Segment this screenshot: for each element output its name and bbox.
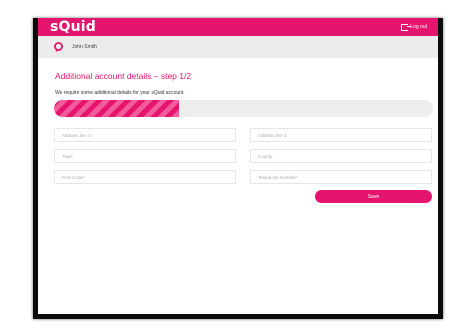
app-screen: sQuid Log out John Smith Additional acco…	[38, 18, 438, 314]
top-bar: sQuid Log out	[38, 18, 438, 36]
post-code-field[interactable]	[54, 170, 236, 184]
progress-bar	[54, 100, 433, 117]
user-name: John Smith	[72, 44, 98, 50]
squid-logo: sQuid	[50, 19, 97, 35]
logout-label: Log out	[410, 24, 427, 30]
logout-link[interactable]: Log out	[401, 23, 427, 31]
telephone-number-field[interactable]	[250, 170, 432, 184]
progress-fill	[54, 100, 180, 117]
county-field[interactable]	[250, 149, 432, 163]
save-button[interactable]: Save	[315, 190, 432, 203]
logout-icon	[401, 23, 412, 31]
user-bar: John Smith	[38, 36, 438, 58]
page-title: Additional account details – step 1/2	[55, 71, 192, 81]
page-subtitle: We require some additional details for y…	[55, 90, 185, 96]
town-field[interactable]	[54, 149, 236, 163]
device-frame: sQuid Log out John Smith Additional acco…	[33, 18, 443, 319]
address-line-2-field[interactable]	[250, 128, 432, 142]
address-line-1-field[interactable]	[54, 128, 236, 142]
location-pin-icon	[53, 41, 64, 53]
